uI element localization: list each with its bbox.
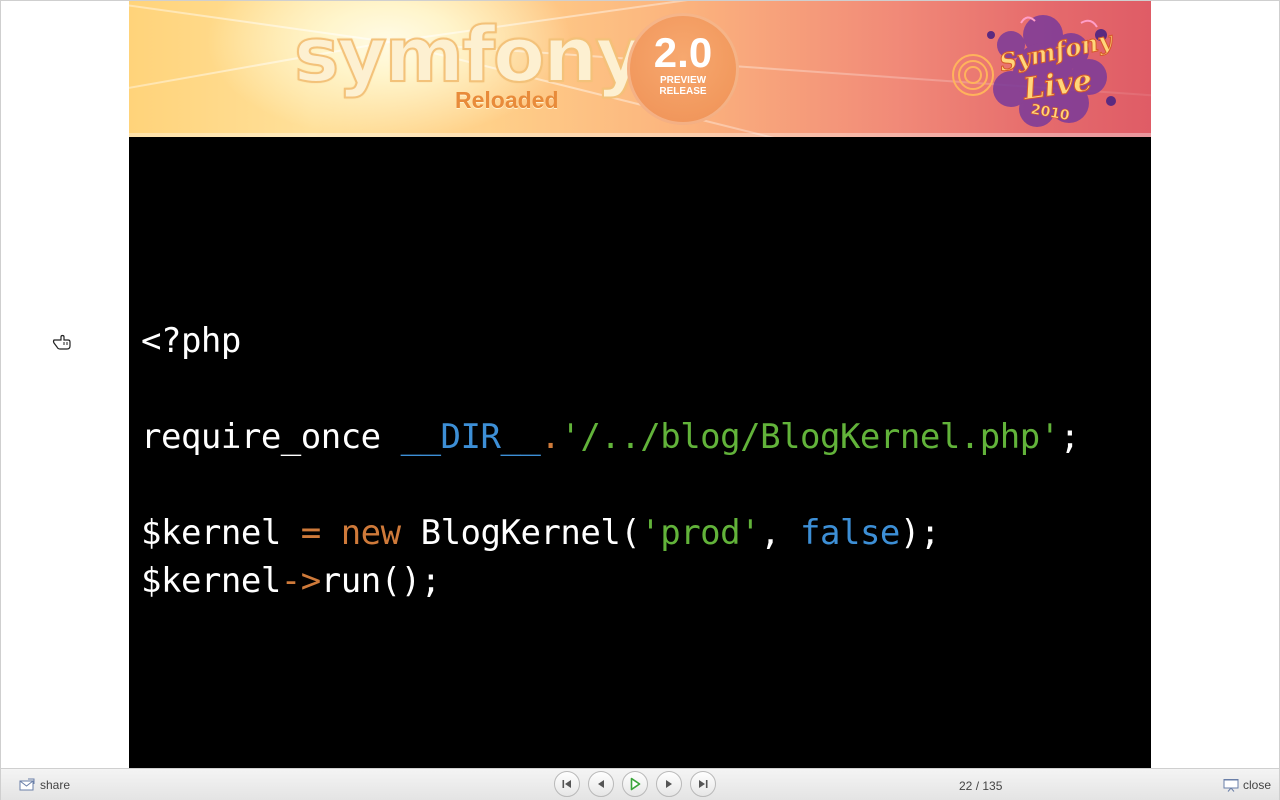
code-token: run(); — [320, 561, 441, 601]
version-badge: 2.0 PREVIEW RELEASE — [627, 13, 739, 125]
presentation-screen-icon — [1223, 779, 1239, 792]
symfony-live-logo: Symfony Live 2010 — [952, 15, 1117, 127]
share-envelope-icon — [19, 778, 35, 791]
skip-to-first-icon — [562, 780, 571, 788]
slide-viewport: symfony Reloaded 2.0 PREVIEW RELEASE Sym… — [1, 1, 1279, 768]
code-token: ); — [899, 513, 940, 553]
version-number: 2.0 — [653, 29, 713, 76]
code-token: $kernel — [141, 561, 281, 601]
total-pages: 135 — [982, 779, 1003, 793]
page-counter: 22 / 135 — [959, 779, 1002, 793]
code-token: BlogKernel( — [400, 513, 641, 553]
close-button[interactable]: close — [1223, 777, 1271, 793]
code-token: '/../blog/BlogKernel.php' — [560, 417, 1060, 457]
code-token: require_once — [141, 417, 401, 457]
share-button[interactable]: share — [19, 777, 70, 793]
code-token: -> — [280, 561, 321, 601]
code-token: false — [800, 513, 900, 553]
next-icon — [666, 780, 672, 788]
code-block: <?php require_once __DIR__.'/../blog/Blo… — [141, 317, 1080, 605]
skip-to-last-icon — [699, 780, 708, 788]
code-line: $kernel = new BlogKernel('prod', false); — [141, 513, 940, 553]
code-token: $kernel — [141, 513, 301, 553]
version-label-release: RELEASE — [659, 86, 707, 97]
play-icon — [630, 777, 641, 791]
code-line: $kernel->run(); — [141, 561, 441, 601]
symfony-logo-text: symfony — [293, 10, 646, 99]
version-label-preview: PREVIEW — [659, 75, 707, 86]
previous-icon — [598, 780, 604, 788]
code-token: __DIR__ — [400, 417, 541, 457]
close-label: close — [1243, 778, 1272, 792]
slide-navigation — [554, 771, 716, 799]
code-token: , — [760, 513, 801, 553]
previous-slide-button[interactable] — [588, 771, 614, 797]
slide: symfony Reloaded 2.0 PREVIEW RELEASE Sym… — [129, 1, 1151, 768]
code-token: ; — [1059, 417, 1080, 457]
code-line: <?php — [141, 321, 241, 361]
page-separator: / — [972, 779, 983, 793]
hand-pointer-icon — [52, 334, 71, 350]
code-token: . — [540, 417, 561, 457]
code-line: require_once __DIR__.'/../blog/BlogKerne… — [141, 417, 1080, 457]
share-label: share — [40, 778, 71, 792]
slide-banner: symfony Reloaded 2.0 PREVIEW RELEASE Sym… — [129, 1, 1151, 137]
presentation-viewer-window: symfony Reloaded 2.0 PREVIEW RELEASE Sym… — [0, 0, 1280, 800]
code-token: = new — [300, 513, 401, 553]
current-page: 22 — [959, 779, 973, 793]
first-slide-button[interactable] — [554, 771, 580, 797]
symfony-logo-subtitle: Reloaded — [455, 87, 559, 113]
code-token: 'prod' — [640, 513, 761, 553]
last-slide-button[interactable] — [690, 771, 716, 797]
viewer-toolbar: share 22 / 135 close — [1, 768, 1279, 800]
next-slide-button[interactable] — [656, 771, 682, 797]
play-button[interactable] — [622, 771, 648, 797]
